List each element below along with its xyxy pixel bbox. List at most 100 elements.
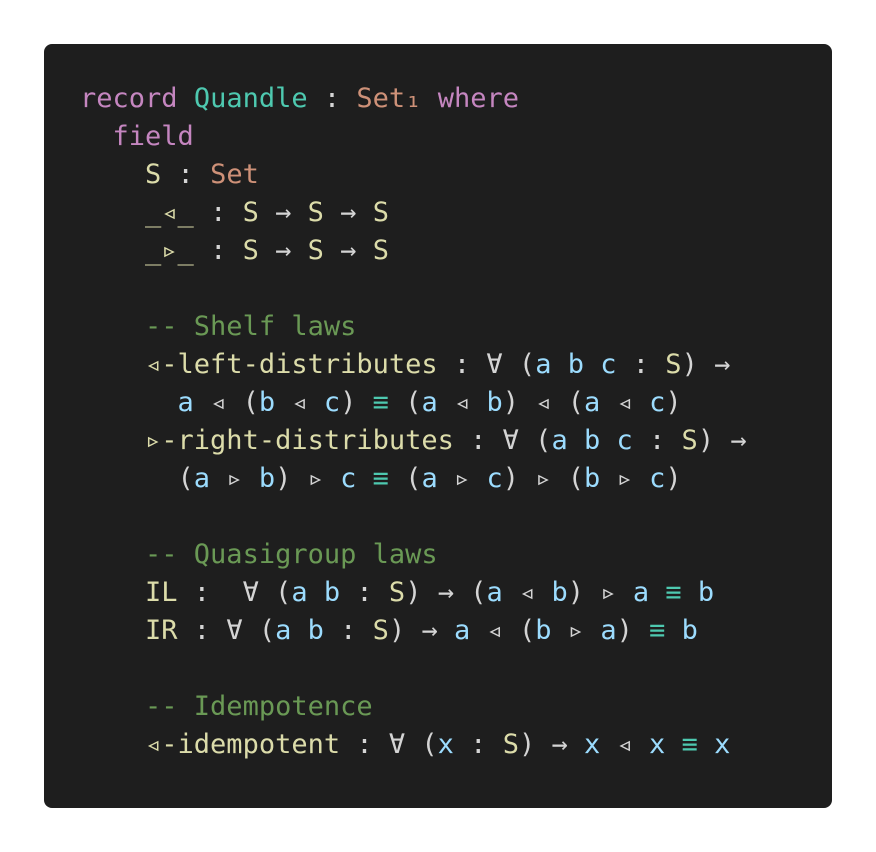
code-token: ) →: [697, 425, 747, 456]
code-token: a: [291, 577, 308, 608]
code-token: ◃: [600, 729, 650, 760]
code-token: a: [551, 425, 568, 456]
code-token: b: [697, 577, 715, 608]
code-token: b: [584, 463, 601, 494]
code-block: record Quandle : Set₁ where field S : Se…: [44, 44, 832, 808]
code-token: -- Quasigroup laws: [145, 539, 438, 570]
code-token: a: [177, 387, 194, 418]
code-token: c: [649, 463, 666, 494]
code-token: :: [632, 425, 682, 456]
code-token: a: [421, 387, 438, 418]
code-token: b: [258, 387, 276, 418]
code-token: :: [616, 349, 666, 380]
code-token: S: [145, 159, 162, 190]
code-token: c: [600, 349, 617, 380]
code-token: b: [583, 425, 601, 456]
code-line: ◃-idempotent : ∀ (x : S) → x ◃ x ≡ x: [80, 726, 747, 764]
code-token: -- Idempotence: [145, 691, 373, 722]
code-token: (: [388, 463, 422, 494]
code-token: :: [193, 197, 243, 228]
code-line: IR : ∀ (a b : S) → a ◃ (b ▹ a) ≡ b: [80, 612, 747, 650]
code-line: S : Set: [80, 156, 747, 194]
code-token: ≡: [681, 729, 698, 760]
code-token: S: [372, 235, 389, 266]
code-token: S: [681, 425, 698, 456]
code-token: :: [340, 577, 389, 608]
code-token: x: [714, 729, 731, 760]
code-token: b: [486, 387, 503, 418]
code-token: a: [632, 577, 650, 608]
code-token: Set₁: [356, 83, 422, 114]
code-token: ▹: [437, 463, 487, 494]
code-token: ▹: [551, 615, 601, 646]
code-token: S: [242, 197, 259, 228]
code-token: ◃: [502, 577, 552, 608]
code-token: a: [584, 387, 601, 418]
code-token: x: [584, 729, 601, 760]
code-token: ) →: [681, 349, 731, 380]
code-content: record Quandle : Set₁ where field S : Se…: [80, 80, 747, 764]
code-token: S: [388, 577, 406, 608]
code-token: a: [535, 349, 552, 380]
code-token: : ∀ (: [177, 577, 292, 608]
code-token: a: [600, 615, 617, 646]
code-line: ▹-right-distributes : ∀ (a b c : S) →: [80, 422, 747, 460]
code-token: ◃: [275, 387, 324, 418]
code-token: S: [372, 615, 389, 646]
code-token: ) →: [518, 729, 584, 760]
code-token: b: [567, 349, 584, 380]
code-token: : ∀ (: [453, 425, 552, 456]
code-token: a: [275, 615, 292, 646]
code-token: b: [681, 615, 698, 646]
code-token: where: [437, 83, 519, 114]
code-token: b: [323, 577, 341, 608]
code-line: _▹_ : S → S → S: [80, 232, 747, 270]
code-token: c: [649, 387, 666, 418]
code-token: ▹: [600, 463, 650, 494]
code-token: b: [258, 463, 276, 494]
code-token: :: [453, 729, 503, 760]
code-token: :: [193, 235, 243, 266]
code-token: (: [80, 463, 194, 494]
code-line: a ◃ (b ◃ c) ≡ (a ◃ b) ◃ (a ◃ c): [80, 384, 747, 422]
code-token: b: [307, 615, 324, 646]
code-line: ◃-left-distributes : ∀ (a b c : S) →: [80, 346, 747, 384]
code-line: -- Shelf laws: [80, 308, 747, 346]
code-token: -- Shelf laws: [145, 311, 357, 342]
code-token: : ∀ (: [437, 349, 536, 380]
code-line: -- Quasigroup laws: [80, 536, 747, 574]
code-token: ) →: [388, 615, 454, 646]
code-token: x: [649, 729, 666, 760]
code-token: S: [242, 235, 259, 266]
code-token: (: [388, 387, 422, 418]
code-token: a: [453, 615, 471, 646]
code-token: ) ▹ (: [502, 463, 585, 494]
code-token: ▹: [210, 463, 259, 494]
code-token: :: [307, 83, 357, 114]
code-token: ◃: [437, 387, 487, 418]
code-token: ): [616, 615, 650, 646]
code-token: Quandle: [193, 83, 308, 114]
code-token: ): [340, 387, 373, 418]
code-token: S: [307, 235, 324, 266]
